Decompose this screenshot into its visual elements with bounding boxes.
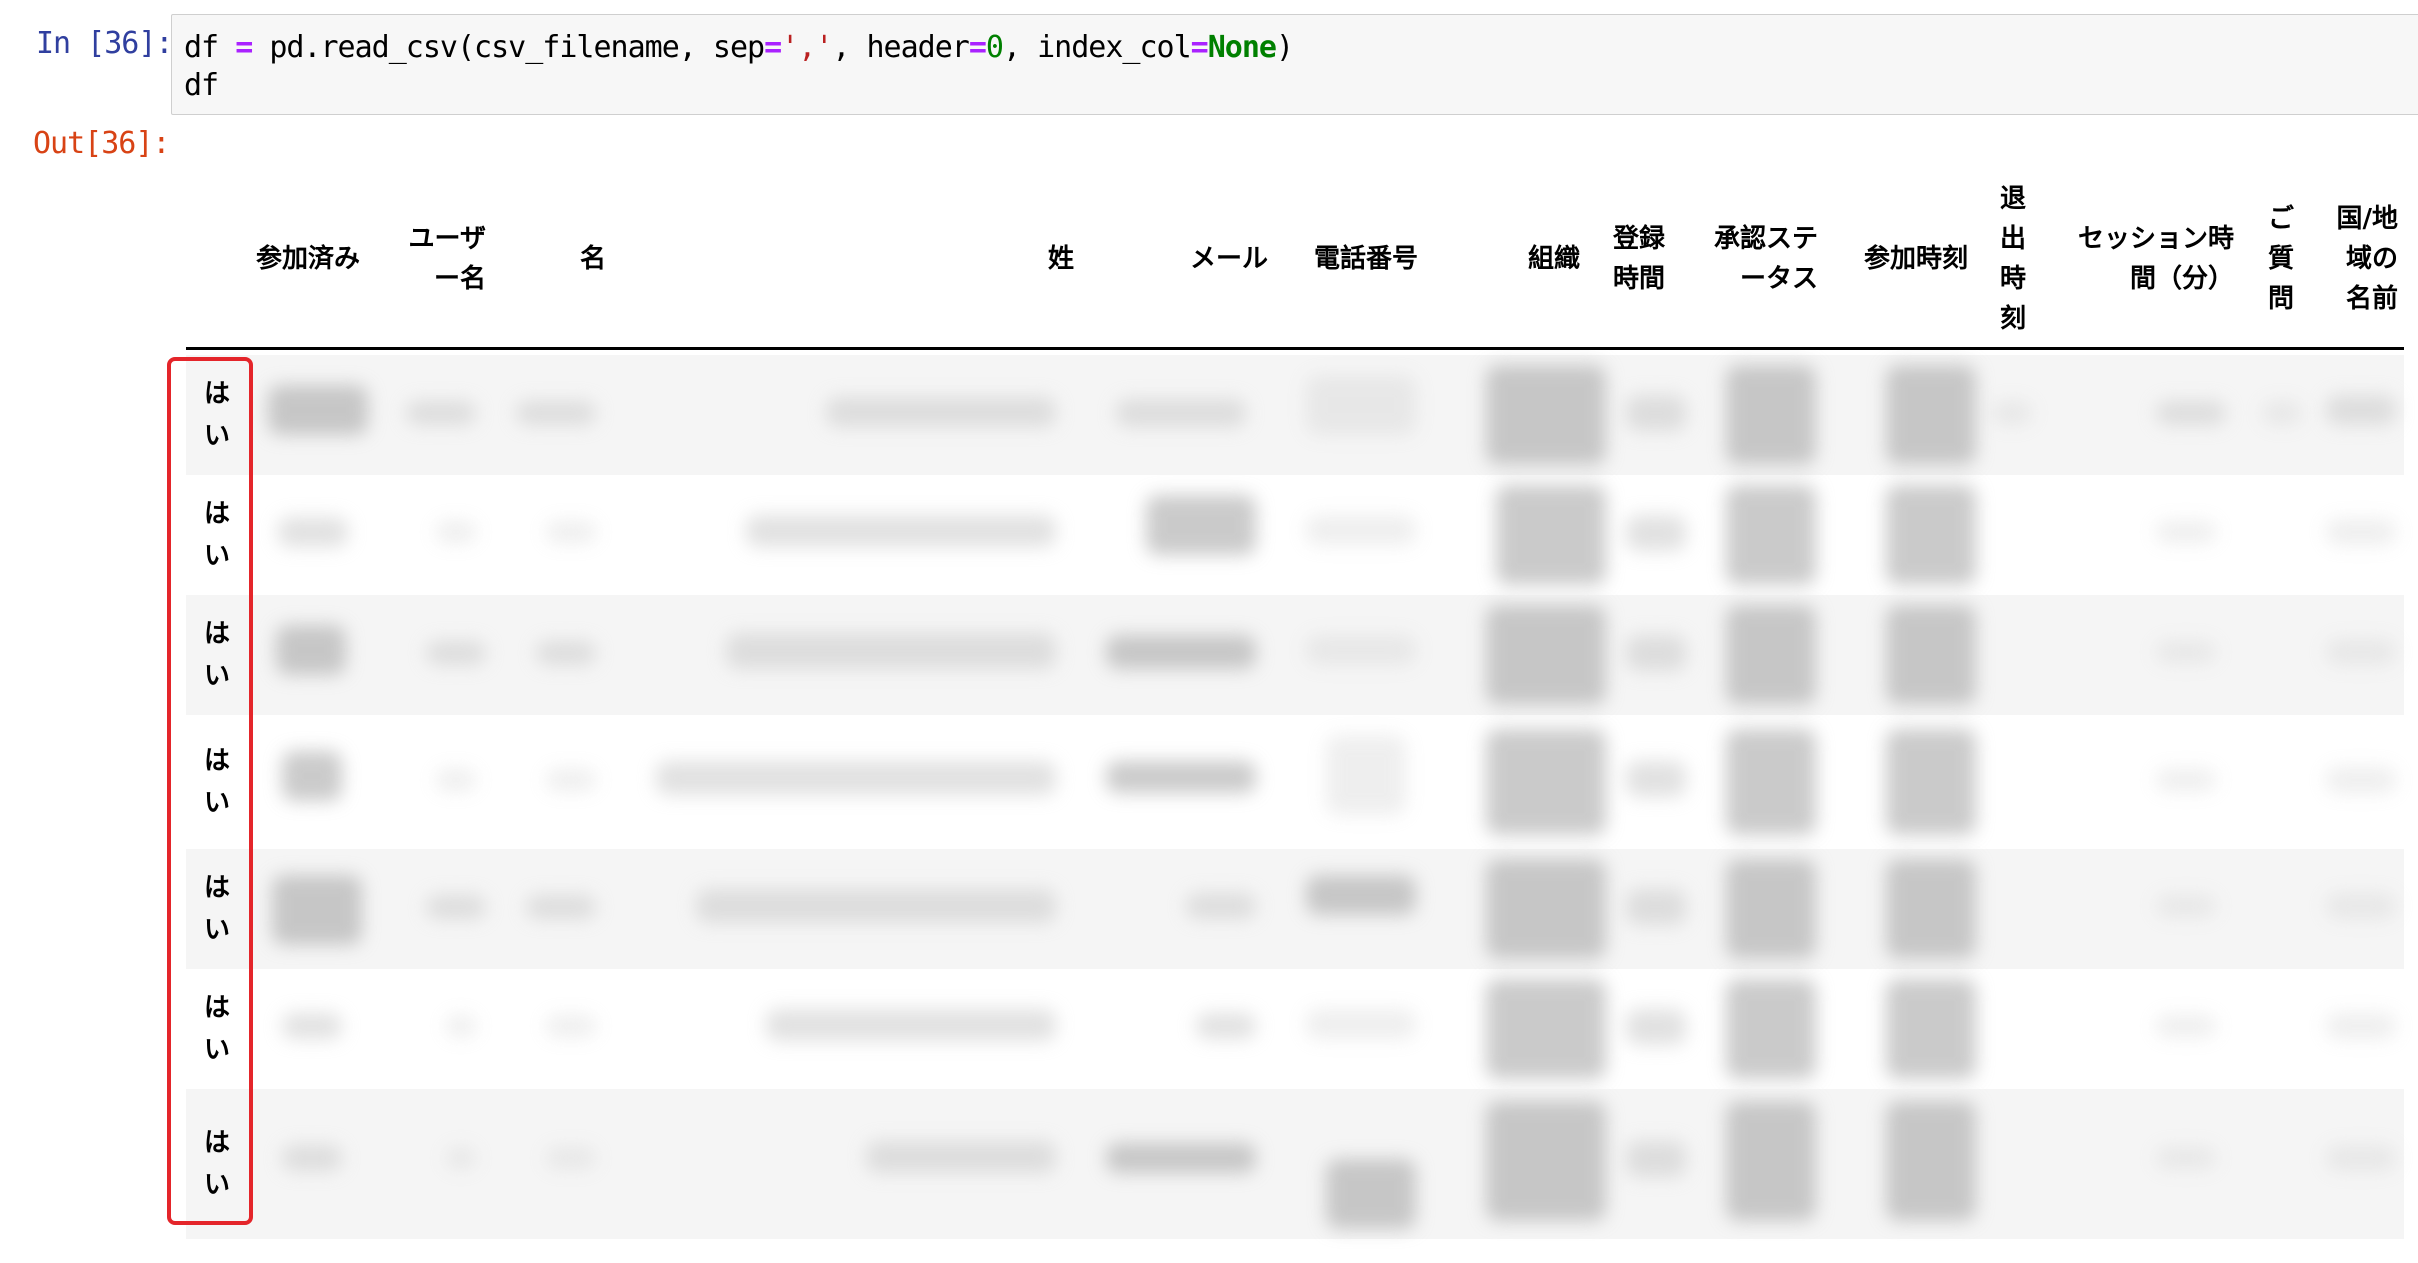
col-header-country: 国/地 域の 名前: [2336, 204, 2399, 314]
attended-column-highlight: [167, 357, 253, 1225]
table-row: はい: [186, 969, 2404, 1089]
table-row: はい: [186, 475, 2404, 595]
col-header-session-duration: セッション時 間（分）: [2077, 224, 2234, 294]
input-prompt: In [36]:: [36, 26, 173, 61]
table-row: はい: [186, 715, 2404, 849]
col-header-phone: 電話番号: [1314, 244, 1419, 274]
col-header-registration-time: 登録 時間: [1612, 224, 1665, 294]
header-divider: [186, 347, 2404, 350]
col-header-email: メール: [1189, 244, 1268, 274]
col-header-leave-time: 退出時刻: [1999, 184, 2026, 334]
output-prompt: Out[36]:: [33, 126, 170, 161]
table-row: はい: [186, 1089, 2404, 1239]
col-header-first-name: 名: [579, 244, 606, 274]
code-line-2: df: [184, 68, 219, 103]
code-cell[interactable]: df = pd.read_csv(csv_filename, sep=',', …: [171, 14, 2418, 115]
col-header-username: ユーザ ー名: [408, 224, 486, 294]
col-header-approval-status: 承認ステ ータス: [1713, 224, 1818, 294]
table-row: はい: [186, 595, 2404, 715]
table-row: はい: [186, 849, 2404, 969]
col-header-join-time: 参加時刻: [1863, 244, 1968, 274]
col-header-questions: ご質問: [2267, 204, 2294, 314]
col-header-last-name: 姓: [1047, 244, 1074, 274]
col-header-attended: 参加済み: [256, 244, 361, 274]
dataframe-table: 参加済み ユーザ ー名 名 姓 メール 電話番号 組織 登録 時間 承認ステ ータス …: [186, 168, 2404, 1250]
code-line-1: df = pd.read_csv(csv_filename, sep=',', …: [184, 30, 1294, 65]
col-header-organization: 組織: [1527, 244, 1580, 274]
table-row: はい: [186, 355, 2404, 475]
